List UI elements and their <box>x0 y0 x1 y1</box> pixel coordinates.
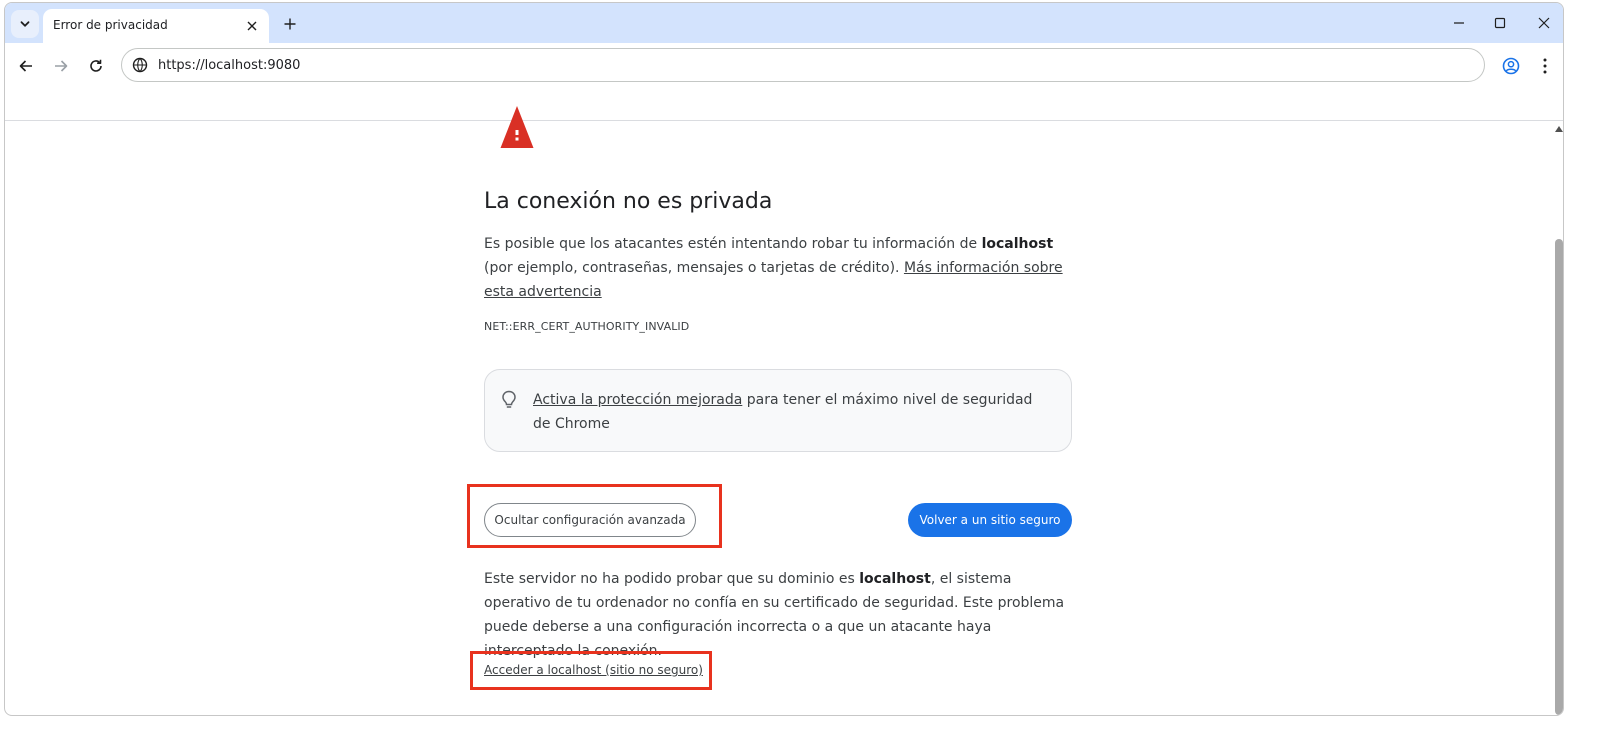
warning-icon <box>500 106 534 148</box>
callout-text: Activa la protección mejorada para tener… <box>533 388 1053 436</box>
highlight-box-advanced <box>467 484 722 548</box>
back-to-safety-button[interactable]: Volver a un sitio seguro <box>908 503 1072 537</box>
intro-host: localhost <box>981 236 1054 252</box>
highlight-box-proceed <box>470 651 712 690</box>
details-text: Este servidor no ha podido probar que su… <box>484 571 860 587</box>
enhanced-protection-link[interactable]: Activa la protección mejorada <box>533 392 742 408</box>
details-paragraph: Este servidor no ha podido probar que su… <box>484 567 1074 663</box>
interstitial-content: La conexión no es privada Es posible que… <box>5 3 1563 715</box>
intro-text: Es posible que los atacantes estén inten… <box>484 236 982 252</box>
enhanced-protection-callout: Activa la protección mejorada para tener… <box>484 369 1072 452</box>
lightbulb-icon <box>502 390 516 408</box>
details-host: localhost <box>859 571 931 587</box>
intro-text-suffix: (por ejemplo, contraseñas, mensajes o ta… <box>484 260 904 276</box>
page-title: La conexión no es privada <box>484 189 773 214</box>
intro-paragraph: Es posible que los atacantes estén inten… <box>484 232 1074 304</box>
error-code: NET::ERR_CERT_AUTHORITY_INVALID <box>484 320 690 333</box>
browser-window: Error de privacidad https://localhost:90… <box>4 2 1564 716</box>
